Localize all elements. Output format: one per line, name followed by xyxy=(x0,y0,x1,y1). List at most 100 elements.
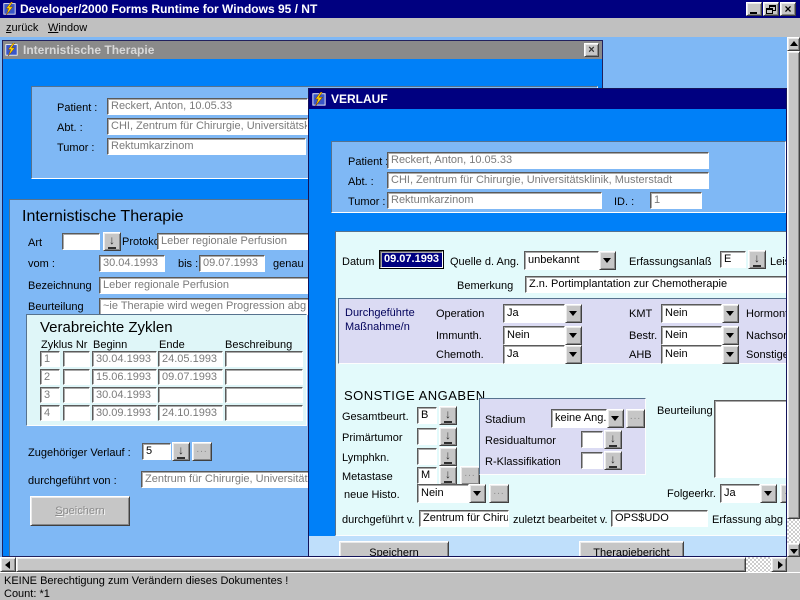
therapie-titlebar[interactable]: Internistische Therapie × xyxy=(3,41,602,59)
operation-combobox[interactable]: Ja xyxy=(503,304,582,323)
zyklen-row3-ende[interactable] xyxy=(158,387,223,403)
verlauf-titlebar[interactable]: VERLAUF xyxy=(309,89,786,109)
zyklen-row4-extra[interactable] xyxy=(63,405,90,421)
lymphkn-lov-button[interactable]: ↓ xyxy=(439,447,457,466)
dropdown-arrow-icon[interactable] xyxy=(565,345,582,364)
zyklen-row4-ende[interactable]: 24.10.1993 xyxy=(158,405,223,421)
metastase-ellipsis-button[interactable]: ... xyxy=(460,466,480,485)
zuletzt-bearbeitet-field[interactable]: OPS$UDO xyxy=(611,510,708,527)
art-field[interactable] xyxy=(62,233,100,250)
patient-field[interactable]: Reckert, Anton, 10.05.33 xyxy=(387,152,709,169)
zyklen-row1-nr[interactable]: 1 xyxy=(40,351,60,367)
therapiebericht-button[interactable]: Therapiebericht xyxy=(579,541,684,557)
mdi-horizontal-scrollbar[interactable] xyxy=(0,557,787,572)
menu-item-window[interactable]: Window xyxy=(48,22,87,35)
zyklen-row4-beginn[interactable]: 30.09.1993 xyxy=(92,405,157,421)
dropdown-arrow-icon[interactable] xyxy=(722,304,739,323)
dropdown-arrow-icon[interactable] xyxy=(565,304,582,323)
zyklen-row1-beginn[interactable]: 30.04.1993 xyxy=(92,351,157,367)
patient-field[interactable]: Reckert, Anton, 10.05.33 xyxy=(107,98,308,115)
durchgefuehrt-von-field[interactable]: Zentrum für Chirurgie, Universitäts xyxy=(141,471,311,488)
therapie-speichern-button[interactable]: Speichern xyxy=(30,496,130,526)
stadium-ellipsis-button[interactable]: ... xyxy=(626,409,645,428)
horizontal-scroll-thumb[interactable] xyxy=(16,557,746,572)
abt-field[interactable]: CHI, Zentrum für Chirurgie, Universitäts… xyxy=(387,172,709,189)
residualtumor-lov-button[interactable]: ↓ xyxy=(604,430,622,449)
art-lov-button[interactable]: ↓ xyxy=(103,232,121,251)
zug-verlauf-field[interactable]: 5 xyxy=(142,443,171,460)
tumor-field[interactable]: Rektumkarzinom xyxy=(387,192,602,209)
zyklen-row2-beschreibung[interactable] xyxy=(225,369,303,385)
metastase-field[interactable]: M xyxy=(417,467,437,484)
scroll-right-button[interactable] xyxy=(771,557,787,572)
dropdown-arrow-icon[interactable] xyxy=(599,251,616,270)
dropdown-arrow-icon[interactable] xyxy=(565,326,582,345)
beurteilung-textarea[interactable] xyxy=(714,400,787,478)
neue-histo-ellipsis-button[interactable]: ... xyxy=(489,484,509,503)
dropdown-arrow-icon[interactable] xyxy=(607,409,624,428)
scroll-up-button[interactable] xyxy=(787,37,800,51)
restore-button[interactable] xyxy=(763,2,779,16)
zyklen-row4-beschreibung[interactable] xyxy=(225,405,303,421)
lymphkn-field[interactable] xyxy=(417,448,437,465)
zyklen-row3-nr[interactable]: 3 xyxy=(40,387,60,403)
scroll-left-button[interactable] xyxy=(0,557,16,572)
verlauf-speichern-button[interactable]: Speichern xyxy=(339,541,449,557)
residualtumor-field[interactable] xyxy=(581,431,603,448)
dropdown-arrow-icon[interactable] xyxy=(722,326,739,345)
close-button[interactable]: × xyxy=(780,2,796,16)
zyklen-row1-beschreibung[interactable] xyxy=(225,351,303,367)
folgeerkr-ellipsis-button[interactable]: ... xyxy=(780,484,787,503)
vom-field[interactable]: 30.04.1993 xyxy=(99,255,165,272)
bemerkung-field[interactable]: Z.n. Portimplantation zur Chemotherapie xyxy=(525,276,787,293)
zyklen-row4-nr[interactable]: 4 xyxy=(40,405,60,421)
ahb-combobox[interactable]: Nein xyxy=(661,345,739,364)
bezeichnung-field[interactable]: Leber regionale Perfusion xyxy=(99,277,310,294)
vertical-scroll-thumb[interactable] xyxy=(787,51,800,519)
kmt-combobox[interactable]: Nein xyxy=(661,304,739,323)
r-klassifikation-lov-button[interactable]: ↓ xyxy=(604,451,622,470)
zug-verlauf-ellipsis-button[interactable]: ... xyxy=(192,442,212,461)
zyklen-row2-extra[interactable] xyxy=(63,369,90,385)
zyklen-row2-beginn[interactable]: 15.06.1993 xyxy=(92,369,157,385)
erfassungsanlass-field[interactable]: E xyxy=(720,251,746,268)
beurteilung-field[interactable]: ~ie Therapie wird wegen Progression abg xyxy=(99,298,310,315)
tumor-field[interactable]: Rektumkarzinom xyxy=(107,138,306,155)
zyklen-row1-ende[interactable]: 24.05.1993 xyxy=(158,351,223,367)
bestr-combobox[interactable]: Nein xyxy=(661,326,739,345)
zyklen-row3-extra[interactable] xyxy=(63,387,90,403)
zyklen-row2-nr[interactable]: 2 xyxy=(40,369,60,385)
gesamtbeurt-lov-button[interactable]: ↓ xyxy=(439,406,457,425)
gesamtbeurt-field[interactable]: B xyxy=(417,407,437,424)
minimize-button[interactable] xyxy=(746,2,762,16)
zyklen-row3-beschreibung[interactable] xyxy=(225,387,303,403)
durchgefuehrt-v-field[interactable]: Zentrum für Chiru xyxy=(419,510,509,527)
dropdown-arrow-icon[interactable] xyxy=(722,345,739,364)
stadium-combobox[interactable]: keine Ang. xyxy=(551,409,624,428)
menu-item-zurueck[interactable]: zurück xyxy=(6,22,38,35)
mdi-vertical-scrollbar[interactable] xyxy=(787,37,800,557)
zyklen-row2-ende[interactable]: 09.07.1993 xyxy=(158,369,223,385)
protokoll-field[interactable]: Leber regionale Perfusion xyxy=(157,233,310,250)
chemoth-combobox[interactable]: Ja xyxy=(503,345,582,364)
quelle-combobox[interactable]: unbekannt xyxy=(524,251,616,270)
zyklen-row3-beginn[interactable]: 30.04.1993 xyxy=(92,387,157,403)
immunth-combobox[interactable]: Nein xyxy=(503,326,582,345)
abt-field[interactable]: CHI, Zentrum für Chirurgie, Universitäts… xyxy=(107,118,308,135)
id-field[interactable]: 1 xyxy=(650,192,702,209)
metastase-lov-button[interactable]: ↓ xyxy=(439,466,457,485)
r-klassifikation-field[interactable] xyxy=(581,452,603,469)
primaertumor-lov-button[interactable]: ↓ xyxy=(439,427,457,446)
zyklen-row1-extra[interactable] xyxy=(63,351,90,367)
folgeerkr-combobox[interactable]: Ja xyxy=(720,484,777,503)
scroll-down-button[interactable] xyxy=(787,543,800,557)
bis-field[interactable]: 09.07.1993 xyxy=(199,255,265,272)
therapie-close-button[interactable]: × xyxy=(584,43,599,57)
erfassungsanlass-lov-button[interactable]: ↓ xyxy=(748,250,766,269)
zug-verlauf-lov-button[interactable]: ↓ xyxy=(172,442,190,461)
app-titlebar[interactable]: Developer/2000 Forms Runtime for Windows… xyxy=(0,0,800,18)
dropdown-arrow-icon[interactable] xyxy=(469,484,486,503)
dropdown-arrow-icon[interactable] xyxy=(760,484,777,503)
primaertumor-field[interactable] xyxy=(417,428,437,445)
neue-histo-combobox[interactable]: Nein xyxy=(417,484,486,503)
